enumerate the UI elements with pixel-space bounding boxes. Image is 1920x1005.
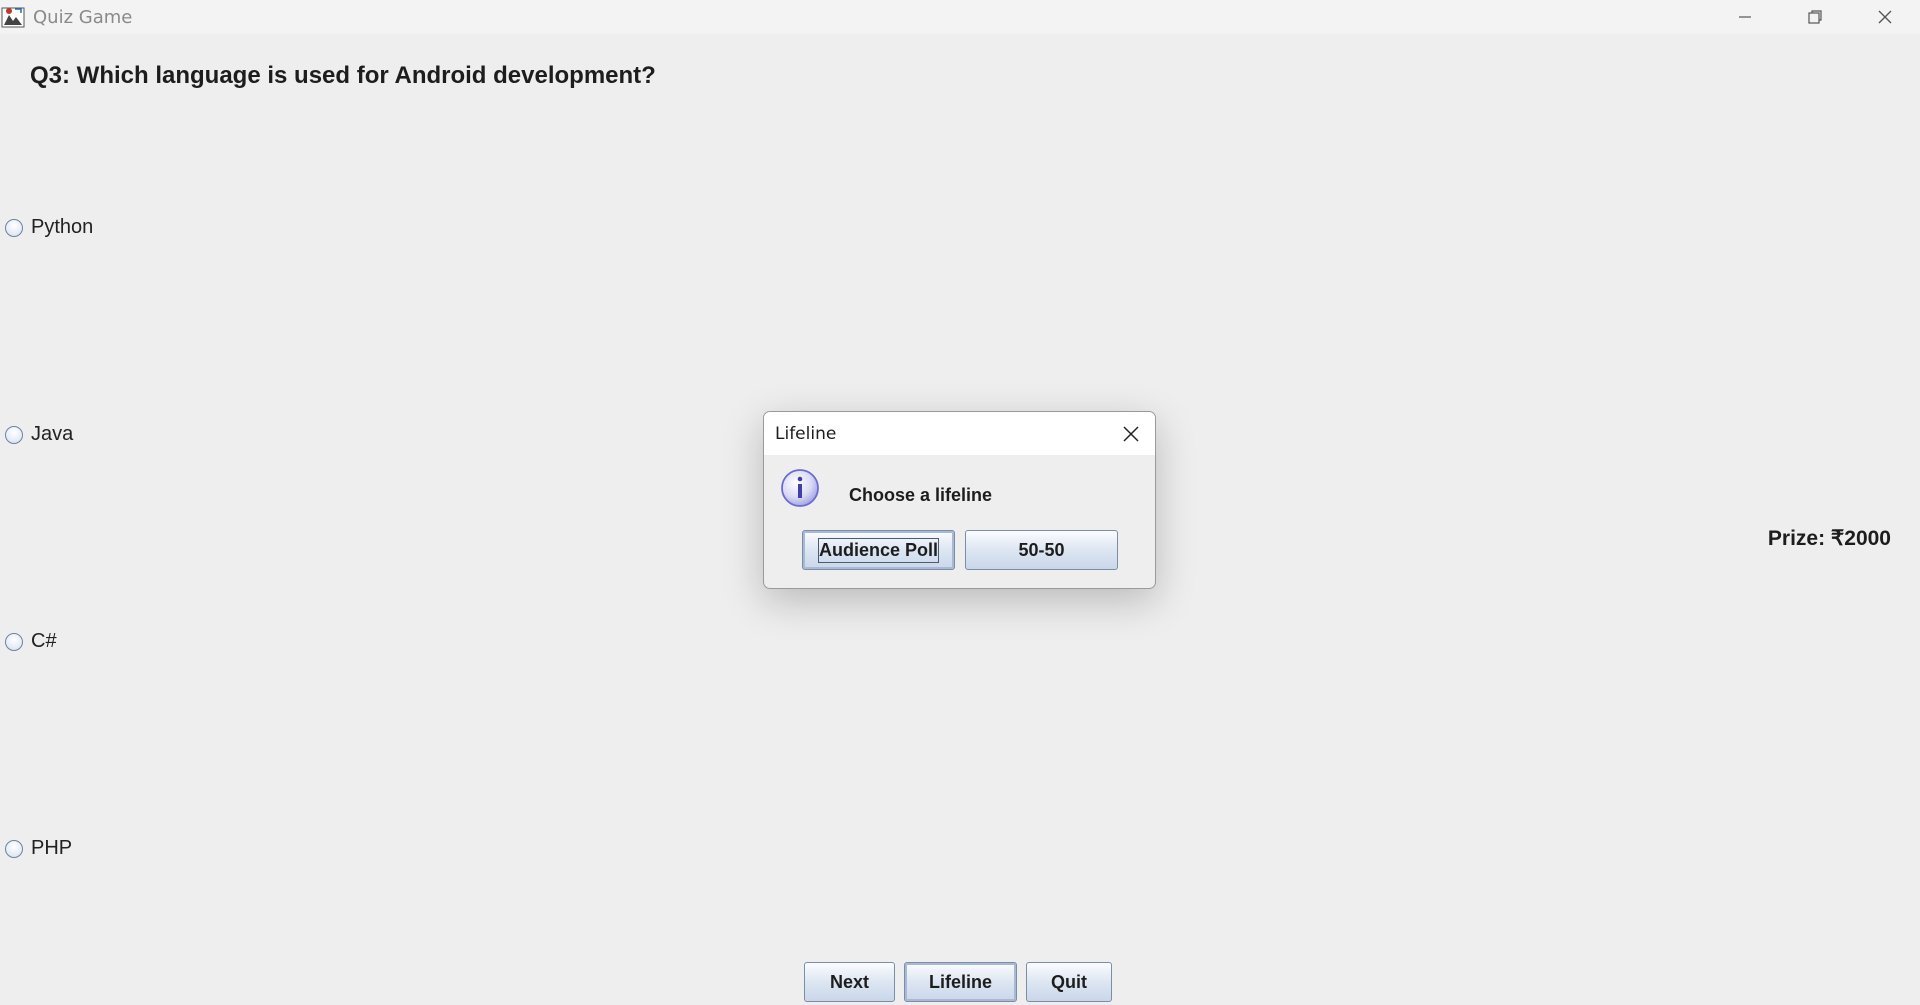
- option-label: PHP: [31, 837, 73, 859]
- option-csharp[interactable]: C#: [5, 630, 57, 653]
- radio-button[interactable]: [5, 218, 23, 237]
- fifty-fifty-label: 50-50: [1018, 539, 1065, 560]
- question-text: Q3: Which language is used for Android d…: [30, 62, 656, 89]
- dialog-message: Choose a lifeline: [849, 485, 993, 505]
- radio-button[interactable]: [5, 839, 23, 858]
- minimize-button[interactable]: [1710, 0, 1780, 34]
- audience-poll-button[interactable]: Audience Poll: [802, 530, 955, 570]
- dialog-title-bar[interactable]: Lifeline: [764, 412, 1155, 455]
- dialog-title: Lifeline: [775, 423, 837, 444]
- option-label: C#: [31, 630, 57, 652]
- restore-icon: [1808, 10, 1822, 24]
- action-buttons: Next Lifeline Quit: [804, 962, 1112, 1002]
- option-label: Python: [31, 216, 94, 238]
- minimize-icon: [1739, 16, 1751, 18]
- dialog-close-button[interactable]: [1119, 422, 1143, 446]
- close-icon: [1878, 10, 1892, 24]
- dialog-buttons: Audience Poll 50-50: [802, 530, 1118, 570]
- restore-button[interactable]: [1780, 0, 1850, 34]
- window-controls: [1710, 0, 1920, 34]
- info-icon: [780, 468, 820, 508]
- option-python[interactable]: Python: [5, 216, 93, 239]
- window-title-bar: Quiz Game: [0, 0, 1920, 34]
- audience-poll-label: Audience Poll: [817, 537, 940, 563]
- option-label: Java: [31, 423, 74, 445]
- option-java[interactable]: Java: [5, 423, 73, 446]
- next-button[interactable]: Next: [804, 962, 895, 1002]
- close-icon: [1123, 426, 1139, 442]
- fifty-fifty-button[interactable]: 50-50: [965, 530, 1118, 570]
- quiz-app-icon: [1, 5, 25, 29]
- close-window-button[interactable]: [1850, 0, 1920, 34]
- radio-button[interactable]: [5, 632, 23, 651]
- dialog-body: Choose a lifeline Audience Poll 50-50: [764, 455, 1155, 588]
- lifeline-button[interactable]: Lifeline: [904, 962, 1017, 1002]
- prize-label: Prize: ₹2000: [1767, 527, 1891, 550]
- radio-button[interactable]: [5, 425, 23, 444]
- window-title: Quiz Game: [33, 6, 133, 28]
- quit-button[interactable]: Quit: [1026, 962, 1112, 1002]
- lifeline-dialog: Lifeline Choose a lifeline Audience Poll…: [763, 411, 1156, 589]
- option-php[interactable]: PHP: [5, 837, 72, 860]
